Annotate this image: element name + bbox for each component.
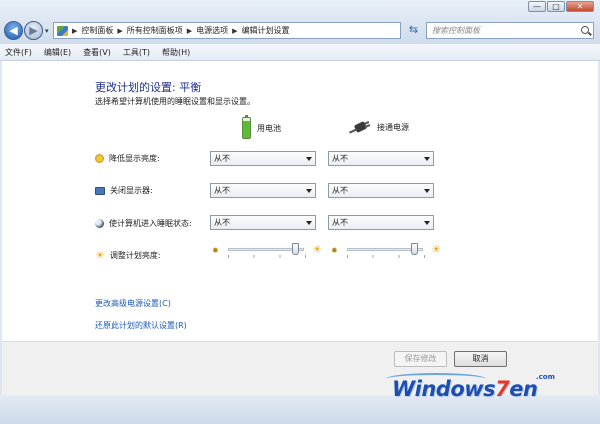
chevron-down-icon [424,221,430,225]
window-chrome: — □ ✕ ◀ ▶ ▾ ▶ 控制面板 ▶ 所有控制面板项 ▶ 电源选项 ▶ 编辑… [0,0,600,44]
slider-ticks [228,255,306,258]
plugged-column-header: 接通电源 [349,121,409,134]
turn-off-display-row: 关闭显示器: [95,185,153,196]
menu-file[interactable]: 文件(F) [5,47,32,58]
turn-off-display-label: 关闭显示器: [110,186,153,195]
maximize-button[interactable]: □ [547,1,565,12]
sleep-row: 使计算机进入睡眠状态: [95,218,192,229]
page-title: 更改计划的设置: 平衡 [95,81,202,94]
chevron-down-icon [424,157,430,161]
sleep-battery-select[interactable]: 从不 [210,215,316,230]
arrow-left-icon: ◀ [9,24,18,37]
battery-column-header: 用电池 [242,115,281,139]
select-value: 从不 [332,186,348,195]
chevron-right-icon[interactable]: ▶ [117,27,122,35]
page-subtitle: 选择希望计算机使用的睡眠设置和显示设置。 [95,97,255,106]
breadcrumb-item[interactable]: 控制面板 [81,25,113,36]
power-plug-icon [349,121,371,134]
refresh-button[interactable]: ⇆ [405,23,422,38]
slider-thumb[interactable] [410,243,418,255]
dim-brightness-icon [95,154,104,163]
refresh-icon: ⇆ [408,23,419,36]
brightness-row: ☀ 调整计划亮度: [95,250,161,261]
chevron-down-icon [424,189,430,193]
select-value: 从不 [214,154,230,163]
chevron-right-icon[interactable]: ▶ [232,27,237,35]
brightness-battery-slider[interactable]: ✹ ☀ [212,243,322,258]
cancel-button[interactable]: 取消 [454,351,507,367]
dim-display-plugged-select[interactable]: 从不 [328,151,434,166]
dim-display-row: 降低显示亮度: [95,153,160,164]
restore-defaults-link[interactable]: 还原此计划的默认设置(R) [95,320,187,331]
advanced-power-settings-link[interactable]: 更改高级电源设置(C) [95,298,171,309]
menu-edit[interactable]: 编辑(E) [44,47,71,58]
arrow-right-icon: ▶ [29,24,38,37]
plugged-column-label: 接通电源 [377,122,409,132]
slider-thumb[interactable] [291,243,299,255]
dim-display-battery-select[interactable]: 从不 [210,151,316,166]
menu-help[interactable]: 帮助(H) [162,47,190,58]
logo-text: Windows7en [392,377,538,401]
sleep-label: 使计算机进入睡眠状态: [109,219,192,228]
recent-pages-dropdown[interactable]: ▾ [45,27,49,35]
chevron-right-icon[interactable]: ▶ [72,27,77,35]
breadcrumb-item[interactable]: 电源选项 [196,25,228,36]
select-value: 从不 [214,218,230,227]
turn-off-display-battery-select[interactable]: 从不 [210,183,316,198]
search-input[interactable]: 搜索控制面板 [426,22,594,39]
display-icon [95,186,105,195]
select-value: 从不 [214,186,230,195]
logo-dotcom: .com [536,373,555,381]
brightness-label: 调整计划亮度: [109,251,161,260]
breadcrumb-item[interactable]: 编辑计划设置 [242,25,290,36]
search-icon[interactable] [581,26,589,34]
chevron-right-icon[interactable]: ▶ [187,27,192,35]
sleep-plugged-select[interactable]: 从不 [328,215,434,230]
close-button[interactable]: ✕ [566,1,594,12]
minimize-button[interactable]: — [528,1,546,12]
search-placeholder: 搜索控制面板 [432,26,480,35]
brightness-plugged-slider[interactable]: ✹ ☀ [331,243,441,258]
dim-brightness-icon: ✹ [331,246,338,255]
bright-brightness-icon: ☀ [312,243,322,256]
dim-brightness-icon: ✹ [212,246,219,255]
bright-brightness-icon: ☀ [431,243,441,256]
menu-tools[interactable]: 工具(T) [123,47,150,58]
brightness-icon: ☀ [95,249,105,262]
select-value: 从不 [332,154,348,163]
address-bar[interactable]: ▶ 控制面板 ▶ 所有控制面板项 ▶ 电源选项 ▶ 编辑计划设置 [53,22,401,39]
chevron-down-icon [306,189,312,193]
breadcrumb-item[interactable]: 所有控制面板项 [127,25,183,36]
menu-bar: 文件(F) 编辑(E) 查看(V) 工具(T) 帮助(H) [0,44,600,61]
menu-view[interactable]: 查看(V) [83,47,111,58]
forward-button[interactable]: ▶ [24,21,43,40]
dim-display-label: 降低显示亮度: [109,154,160,163]
battery-icon [242,115,251,139]
select-value: 从不 [332,218,348,227]
slider-ticks [347,255,425,258]
turn-off-display-plugged-select[interactable]: 从不 [328,183,434,198]
chevron-down-icon [306,157,312,161]
control-panel-icon [57,25,68,36]
save-button[interactable]: 保存修改 [394,351,447,367]
window-controls: — □ ✕ [528,1,594,12]
battery-column-label: 用电池 [257,123,281,133]
windows7en-watermark-logo: Windows7en .com [380,373,580,407]
sleep-icon [95,219,104,228]
chevron-down-icon [306,221,312,225]
back-button[interactable]: ◀ [4,21,23,40]
